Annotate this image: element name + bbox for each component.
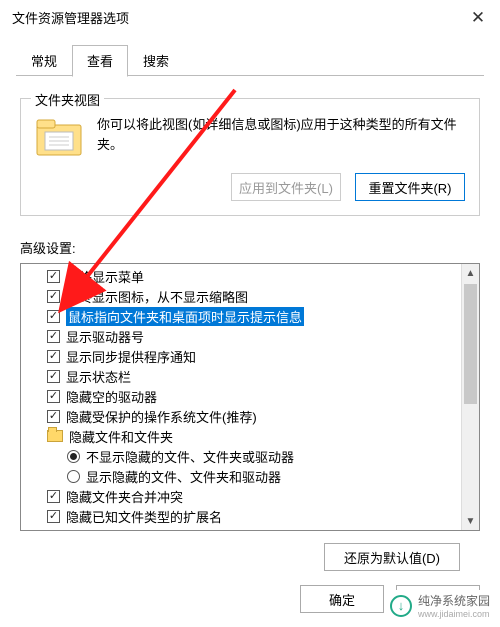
- checkbox[interactable]: [47, 410, 60, 423]
- checkbox[interactable]: [47, 290, 60, 303]
- checkbox[interactable]: [47, 490, 60, 503]
- scrollbar[interactable]: ▲ ▼: [461, 264, 479, 530]
- advanced-settings-label: 高级设置:: [20, 238, 480, 257]
- tree-node-label: 鼠标指向文件夹和桌面项时显示提示信息: [66, 307, 304, 326]
- tree-node-label: 隐藏文件和文件夹: [69, 427, 173, 446]
- checkbox[interactable]: [47, 350, 60, 363]
- apply-to-folders-button: 应用到文件夹(L): [231, 173, 341, 201]
- tree-node[interactable]: 不显示隐藏的文件、文件夹或驱动器: [23, 446, 459, 466]
- tree-node-label: 始终显示菜单: [66, 267, 144, 286]
- tree-node-label: 隐藏受保护的操作系统文件(推荐): [66, 407, 257, 426]
- checkbox[interactable]: [47, 370, 60, 383]
- tree-node[interactable]: 显示隐藏的文件、文件夹和驱动器: [23, 466, 459, 486]
- restore-defaults-button[interactable]: 还原为默认值(D): [324, 543, 460, 571]
- folder-views-group: 文件夹视图 你可以将此视图(如详细信息或图标)应用于这种类型的所有文件夹。 应用…: [20, 98, 480, 216]
- advanced-settings-tree[interactable]: 始终显示菜单始终显示图标，从不显示缩略图鼠标指向文件夹和桌面项时显示提示信息显示…: [20, 263, 480, 531]
- checkbox[interactable]: [47, 330, 60, 343]
- tree-node[interactable]: 隐藏已知文件类型的扩展名: [23, 506, 459, 526]
- tree-node[interactable]: 显示同步提供程序通知: [23, 346, 459, 366]
- reset-folders-button[interactable]: 重置文件夹(R): [355, 173, 465, 201]
- scroll-thumb[interactable]: [464, 284, 477, 404]
- close-button[interactable]: ✕: [456, 0, 500, 36]
- tree-node[interactable]: 鼠标指向文件夹和桌面项时显示提示信息: [23, 306, 459, 326]
- tab-view[interactable]: 查看: [72, 45, 128, 77]
- tree-node-label: 显示同步提供程序通知: [66, 347, 196, 366]
- brand-text: 纯净系统家园: [418, 592, 490, 609]
- brand-url: www.jidaimei.com: [418, 609, 490, 619]
- tree-node-label: 不显示隐藏的文件、文件夹或驱动器: [86, 447, 294, 466]
- tree-node-label: 隐藏已知文件类型的扩展名: [66, 507, 222, 526]
- radio[interactable]: [67, 470, 80, 483]
- folder-views-legend: 文件夹视图: [31, 90, 104, 109]
- tree-node[interactable]: 隐藏空的驱动器: [23, 386, 459, 406]
- folder-icon: [47, 430, 63, 442]
- checkbox[interactable]: [47, 270, 60, 283]
- checkbox[interactable]: [47, 510, 60, 523]
- folder-views-text: 你可以将此视图(如详细信息或图标)应用于这种类型的所有文件夹。: [97, 115, 465, 154]
- window-title: 文件资源管理器选项: [12, 8, 456, 27]
- tree-node[interactable]: 用彩色显示加密或压缩的 NTFS 文件: [23, 526, 459, 530]
- tab-search[interactable]: 搜索: [128, 45, 184, 77]
- tree-node-label: 显示驱动器号: [66, 327, 144, 346]
- radio[interactable]: [67, 450, 80, 463]
- ok-button[interactable]: 确定: [300, 585, 384, 613]
- scroll-up-icon[interactable]: ▲: [462, 264, 479, 282]
- brand-logo-icon: ↓: [390, 595, 412, 617]
- tab-bar: 常规 查看 搜索: [0, 36, 500, 76]
- tree-node-label: 隐藏空的驱动器: [66, 387, 157, 406]
- tree-node[interactable]: 显示驱动器号: [23, 326, 459, 346]
- tree-node[interactable]: 始终显示图标，从不显示缩略图: [23, 286, 459, 306]
- tree-node-label: 始终显示图标，从不显示缩略图: [66, 287, 248, 306]
- checkbox[interactable]: [47, 530, 60, 531]
- scroll-down-icon[interactable]: ▼: [462, 512, 479, 530]
- tree-node[interactable]: 始终显示菜单: [23, 266, 459, 286]
- folder-icon: [35, 115, 83, 159]
- tree-node-label: 显示隐藏的文件、文件夹和驱动器: [86, 467, 281, 486]
- tree-node-label: 用彩色显示加密或压缩的 NTFS 文件: [66, 527, 276, 531]
- watermark: ↓ 纯净系统家园 www.jidaimei.com: [386, 590, 494, 621]
- checkbox[interactable]: [47, 310, 60, 323]
- tree-node[interactable]: 显示状态栏: [23, 366, 459, 386]
- tree-node-label: 隐藏文件夹合并冲突: [66, 487, 183, 506]
- titlebar: 文件资源管理器选项 ✕: [0, 0, 500, 36]
- checkbox[interactable]: [47, 390, 60, 403]
- tree-node[interactable]: 隐藏文件和文件夹: [23, 426, 459, 446]
- tab-general[interactable]: 常规: [16, 45, 72, 77]
- tree-node-label: 显示状态栏: [66, 367, 131, 386]
- tree-node[interactable]: 隐藏受保护的操作系统文件(推荐): [23, 406, 459, 426]
- tree-node[interactable]: 隐藏文件夹合并冲突: [23, 486, 459, 506]
